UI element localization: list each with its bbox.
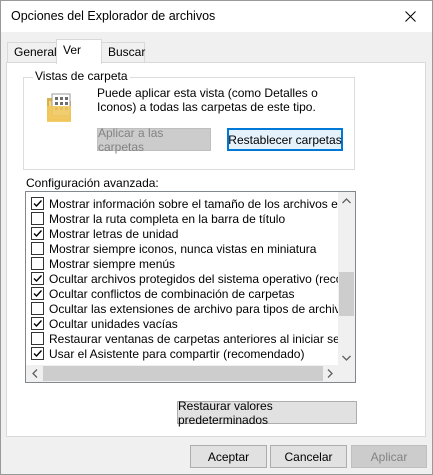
checkmark-icon <box>33 290 43 298</box>
setting-label: Mostrar información sobre el tamaño de l… <box>49 196 339 211</box>
scroll-up-arrow-icon[interactable] <box>338 192 355 209</box>
restore-defaults-button[interactable]: Restaurar valores predeterminados <box>177 399 357 427</box>
folder-options-dialog: Opciones del Explorador de archivos Gene… <box>0 0 433 475</box>
horizontal-scrollbar[interactable] <box>26 365 338 382</box>
vertical-scrollbar[interactable] <box>338 192 355 366</box>
setting-checkbox[interactable] <box>31 302 44 315</box>
checkmark-icon <box>33 350 43 358</box>
setting-label: Ocultar las extensiones de archivo para … <box>49 301 339 316</box>
setting-checkbox[interactable] <box>31 287 44 300</box>
setting-checkbox[interactable] <box>31 272 44 285</box>
setting-label: Restaurar ventanas de carpetas anteriore… <box>49 331 339 346</box>
setting-checkbox[interactable] <box>31 347 44 360</box>
window-title: Opciones del Explorador de archivos <box>11 9 216 23</box>
setting-row[interactable]: Ocultar las extensiones de archivo para … <box>31 301 339 316</box>
setting-row[interactable]: Ocultar conflictos de combinación de car… <box>31 286 339 301</box>
reset-folders-button[interactable]: Restablecer carpetas <box>227 128 343 151</box>
setting-label: Mostrar siempre menús <box>49 256 176 271</box>
setting-row[interactable]: Ocultar archivos protegidos del sistema … <box>31 271 339 286</box>
checkmark-icon <box>33 320 43 328</box>
checkmark-icon <box>33 230 43 238</box>
setting-label: Ocultar conflictos de combinación de car… <box>49 286 295 301</box>
folder-views-description: Puede aplicar esta vista (como Detalles … <box>97 86 318 114</box>
folder-view-icon <box>47 93 71 122</box>
setting-row[interactable]: Ocultar unidades vacías <box>31 316 339 331</box>
setting-checkbox[interactable] <box>31 332 44 345</box>
setting-label: Mostrar siempre iconos, nunca vistas en … <box>49 241 317 256</box>
setting-row[interactable]: Mostrar la ruta completa en la barra de … <box>31 211 339 226</box>
cancel-button[interactable]: Cancelar <box>270 445 347 468</box>
advanced-settings-list[interactable]: Mostrar información sobre el tamaño de l… <box>25 191 356 383</box>
tab-ver[interactable]: Ver <box>56 39 102 64</box>
scrollbar-corner <box>338 365 355 382</box>
tab-general[interactable]: General <box>7 42 57 62</box>
setting-row[interactable]: Mostrar siempre iconos, nunca vistas en … <box>31 241 339 256</box>
setting-label: Mostrar la ruta completa en la barra de … <box>49 211 286 226</box>
checkmark-icon <box>33 200 43 208</box>
tab-buscar[interactable]: Buscar <box>101 42 145 62</box>
setting-checkbox[interactable] <box>31 227 44 240</box>
setting-label: Mostrar letras de unidad <box>49 226 179 241</box>
setting-checkbox[interactable] <box>31 317 44 330</box>
checkmark-icon <box>33 275 43 283</box>
horizontal-scroll-thumb[interactable] <box>43 366 323 381</box>
setting-row[interactable]: Usar el Asistente para compartir (recome… <box>31 346 339 361</box>
apply-button[interactable]: Aplicar <box>351 445 427 468</box>
folder-views-label: Vistas de carpeta <box>33 69 130 83</box>
setting-checkbox[interactable] <box>31 242 44 255</box>
advanced-settings-label: Configuración avanzada: <box>26 176 159 190</box>
apply-to-folders-button[interactable]: Aplicar a las carpetas <box>97 126 211 154</box>
close-button[interactable] <box>388 1 432 32</box>
setting-checkbox[interactable] <box>31 197 44 210</box>
setting-label: Ocultar archivos protegidos del sistema … <box>49 271 339 286</box>
title-bar: Opciones del Explorador de archivos <box>1 1 432 32</box>
ok-button[interactable]: Aceptar <box>190 445 267 468</box>
setting-checkbox[interactable] <box>31 257 44 270</box>
setting-row[interactable]: Restaurar ventanas de carpetas anteriore… <box>31 331 339 346</box>
scroll-left-arrow-icon[interactable] <box>26 365 43 382</box>
setting-label: Ocultar unidades vacías <box>49 316 178 331</box>
close-icon <box>404 11 416 22</box>
setting-checkbox[interactable] <box>31 212 44 225</box>
scroll-right-arrow-icon[interactable] <box>321 365 338 382</box>
setting-row[interactable]: Mostrar información sobre el tamaño de l… <box>31 196 339 211</box>
setting-row[interactable]: Mostrar siempre menús <box>31 256 339 271</box>
setting-label: Usar el Asistente para compartir (recome… <box>49 346 305 361</box>
setting-row[interactable]: Mostrar letras de unidad <box>31 226 339 241</box>
scroll-down-arrow-icon[interactable] <box>338 349 355 366</box>
vertical-scroll-thumb[interactable] <box>339 272 354 316</box>
